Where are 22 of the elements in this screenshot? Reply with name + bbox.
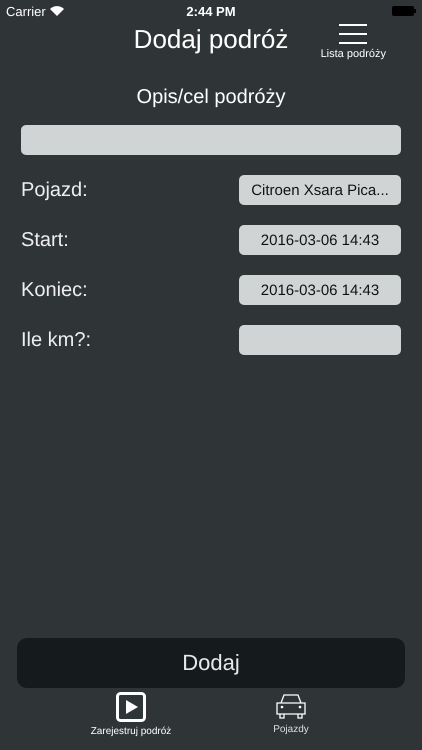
field-label: Pojazd: xyxy=(21,178,88,202)
picker-field[interactable]: 2016-03-06 14:43 xyxy=(239,275,401,305)
input-field[interactable] xyxy=(239,325,401,355)
carrier-text: Carrier xyxy=(6,4,46,18)
wifi-icon xyxy=(50,6,64,16)
description-label: Opis/cel podróży xyxy=(136,86,286,109)
play-icon xyxy=(116,692,146,722)
description-field[interactable] xyxy=(21,125,401,155)
car-icon xyxy=(274,692,308,720)
clock-text: 2:44 PM xyxy=(186,4,236,18)
picker-field[interactable]: Citroen Xsara Pica... xyxy=(239,175,401,205)
battery-icon xyxy=(392,6,416,16)
field-label: Ile km?: xyxy=(21,328,92,352)
tab-item[interactable]: Pojazdy xyxy=(241,692,341,750)
field-label: Start: xyxy=(21,228,69,252)
screen-title: Dodaj podróż xyxy=(134,24,288,55)
field-label: Koniec: xyxy=(21,278,88,302)
picker-field[interactable]: 2016-03-06 14:43 xyxy=(239,225,401,255)
add-button[interactable]: Dodaj xyxy=(17,638,405,688)
menu-button[interactable]: Lista podróży xyxy=(320,24,386,60)
tab-item[interactable]: Zarejestruj podróż xyxy=(81,692,181,750)
menu-icon xyxy=(339,24,368,44)
